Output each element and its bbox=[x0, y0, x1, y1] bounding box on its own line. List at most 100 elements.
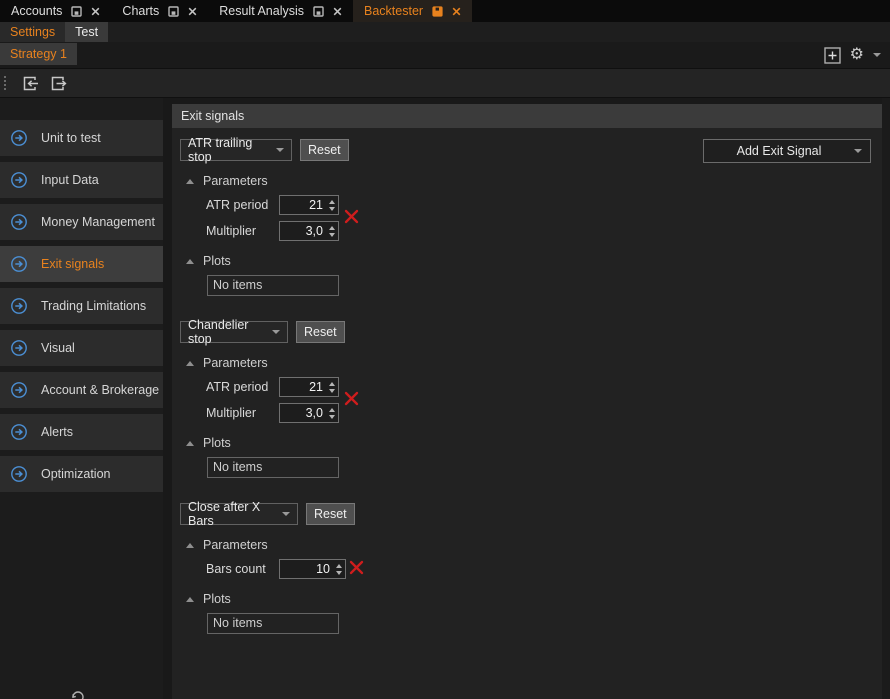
collapse-triangle-icon[interactable] bbox=[186, 179, 194, 184]
right-edge bbox=[882, 98, 890, 699]
atr-period-value: 21 bbox=[280, 378, 325, 396]
delete-signal-button[interactable] bbox=[343, 208, 360, 228]
sidebar-item-label: Alerts bbox=[41, 425, 73, 439]
sidebar-item-input-data[interactable]: Input Data bbox=[0, 162, 163, 198]
settings-gear-button[interactable]: ⚙ bbox=[850, 47, 864, 63]
atr-period-value: 21 bbox=[280, 196, 325, 214]
chevron-down-icon bbox=[276, 148, 284, 152]
spinner-up-button[interactable] bbox=[329, 200, 335, 204]
arrow-circle-icon bbox=[10, 171, 28, 189]
reset-label: Reset bbox=[314, 507, 347, 521]
tab-label: Accounts bbox=[11, 4, 62, 18]
multiplier-input[interactable]: 3,0 bbox=[279, 403, 339, 423]
signal-block-close-after-x-bars: Close after X Bars Reset Parameters bbox=[180, 503, 882, 634]
spinner-down-button[interactable] bbox=[329, 415, 335, 419]
export-icon bbox=[49, 74, 68, 93]
red-x-icon bbox=[343, 390, 360, 407]
bars-count-value: 10 bbox=[280, 560, 332, 578]
sidebar-item-optimization[interactable]: Optimization bbox=[0, 456, 163, 492]
gear-dropdown-caret-icon[interactable] bbox=[873, 53, 881, 57]
signal-type-select[interactable]: Close after X Bars bbox=[180, 503, 298, 525]
spinner-up-button[interactable] bbox=[329, 226, 335, 230]
spinner-down-button[interactable] bbox=[336, 571, 342, 575]
plots-heading: Plots bbox=[203, 592, 231, 606]
save-icon[interactable] bbox=[168, 6, 179, 17]
save-icon[interactable] bbox=[71, 6, 82, 17]
red-x-icon bbox=[348, 559, 365, 576]
atr-period-input[interactable]: 21 bbox=[279, 377, 339, 397]
signal-block-atr-trailing-stop: ATR trailing stop Reset Parameters bbox=[180, 139, 882, 296]
delete-signal-button[interactable] bbox=[343, 390, 360, 410]
spinner-up-button[interactable] bbox=[329, 382, 335, 386]
toolbar-grip-handle[interactable] bbox=[4, 76, 6, 90]
sidebar-item-label: Input Data bbox=[41, 173, 99, 187]
tab-backtester[interactable]: Backtester bbox=[353, 0, 472, 22]
signal-type-select[interactable]: Chandelier stop bbox=[180, 321, 288, 343]
plots-empty-list: No items bbox=[207, 613, 339, 634]
tab-label: Backtester bbox=[364, 4, 423, 18]
sidebar-item-alerts[interactable]: Alerts bbox=[0, 414, 163, 450]
spinner-up-button[interactable] bbox=[336, 564, 342, 568]
strategy-tab-label: Strategy 1 bbox=[10, 47, 67, 61]
multiplier-value: 3,0 bbox=[280, 404, 325, 422]
parameters-group: ATR period 21 Multiplier 3,0 bbox=[180, 377, 882, 423]
sidebar-item-money-management[interactable]: Money Management bbox=[0, 204, 163, 240]
import-button[interactable] bbox=[21, 74, 40, 93]
close-icon[interactable] bbox=[188, 7, 197, 16]
no-items-label: No items bbox=[213, 278, 262, 292]
settings-sidebar: Unit to test Input Data Money Management… bbox=[0, 98, 163, 699]
collapse-triangle-icon[interactable] bbox=[186, 441, 194, 446]
parameters-heading: Parameters bbox=[203, 174, 268, 188]
plots-heading: Plots bbox=[203, 436, 231, 450]
param-label-atr-period: ATR period bbox=[206, 380, 279, 394]
reset-button[interactable]: Reset bbox=[306, 503, 355, 525]
arrow-circle-icon bbox=[10, 423, 28, 441]
tab-charts[interactable]: Charts bbox=[111, 0, 208, 22]
collapse-triangle-icon[interactable] bbox=[186, 543, 194, 548]
tab-strategy-1[interactable]: Strategy 1 bbox=[0, 43, 77, 65]
subtab-label: Settings bbox=[10, 25, 55, 39]
collapse-triangle-icon[interactable] bbox=[186, 259, 194, 264]
sidebar-item-account-brokerage[interactable]: Account & Brokerage bbox=[0, 372, 163, 408]
collapse-triangle-icon[interactable] bbox=[186, 597, 194, 602]
spinner-down-button[interactable] bbox=[329, 389, 335, 393]
reset-label: Reset bbox=[304, 325, 337, 339]
tab-result-analysis[interactable]: Result Analysis bbox=[208, 0, 353, 22]
red-x-icon bbox=[343, 208, 360, 225]
multiplier-input[interactable]: 3,0 bbox=[279, 221, 339, 241]
reset-button[interactable]: Reset bbox=[300, 139, 349, 161]
signals-list: ATR trailing stop Reset Parameters bbox=[172, 128, 882, 634]
sidebar-item-visual[interactable]: Visual bbox=[0, 330, 163, 366]
close-icon[interactable] bbox=[452, 7, 461, 16]
tab-settings[interactable]: Settings bbox=[0, 22, 65, 42]
spinner-down-button[interactable] bbox=[329, 233, 335, 237]
close-icon[interactable] bbox=[91, 7, 100, 16]
spinner-up-button[interactable] bbox=[329, 408, 335, 412]
reset-button[interactable]: Reset bbox=[296, 321, 345, 343]
param-label-multiplier: Multiplier bbox=[206, 406, 279, 420]
tab-accounts[interactable]: Accounts bbox=[0, 0, 111, 22]
export-button[interactable] bbox=[49, 74, 68, 93]
arrow-circle-icon bbox=[10, 297, 28, 315]
signal-block-chandelier-stop: Chandelier stop Reset Parameters bbox=[180, 321, 882, 478]
collapse-triangle-icon[interactable] bbox=[186, 361, 194, 366]
plots-empty-list: No items bbox=[207, 275, 339, 296]
add-strategy-button[interactable] bbox=[824, 47, 841, 64]
atr-period-input[interactable]: 21 bbox=[279, 195, 339, 215]
close-icon[interactable] bbox=[333, 7, 342, 16]
signal-type-select[interactable]: ATR trailing stop bbox=[180, 139, 292, 161]
chevron-down-icon bbox=[272, 330, 280, 334]
chevron-down-icon bbox=[282, 512, 290, 516]
panel-title-label: Exit signals bbox=[181, 109, 244, 123]
sidebar-item-exit-signals[interactable]: Exit signals bbox=[0, 246, 163, 282]
tab-test[interactable]: Test bbox=[65, 22, 108, 42]
delete-signal-button[interactable] bbox=[348, 559, 365, 579]
no-items-label: No items bbox=[213, 460, 262, 474]
save-icon[interactable] bbox=[313, 6, 324, 17]
sidebar-item-unit-to-test[interactable]: Unit to test bbox=[0, 120, 163, 156]
bars-count-input[interactable]: 10 bbox=[279, 559, 346, 579]
spinner-down-button[interactable] bbox=[329, 207, 335, 211]
subtab-label: Test bbox=[75, 25, 98, 39]
save-icon[interactable] bbox=[432, 6, 443, 17]
sidebar-item-trading-limitations[interactable]: Trading Limitations bbox=[0, 288, 163, 324]
